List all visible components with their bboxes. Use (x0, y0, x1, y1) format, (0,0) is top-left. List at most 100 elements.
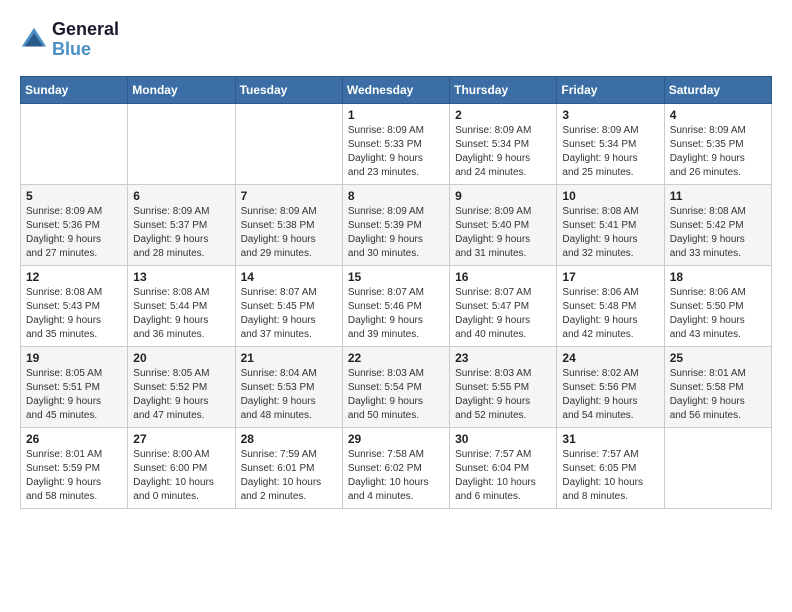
day-number: 16 (455, 270, 551, 284)
day-info: Sunrise: 8:00 AM Sunset: 6:00 PM Dayligh… (133, 448, 229, 504)
day-number: 26 (26, 432, 122, 446)
day-info: Sunrise: 8:06 AM Sunset: 5:50 PM Dayligh… (670, 286, 766, 342)
day-info: Sunrise: 8:08 AM Sunset: 5:41 PM Dayligh… (562, 205, 658, 261)
day-number: 8 (348, 189, 444, 203)
calendar-cell: 10 Sunrise: 8:08 AM Sunset: 5:41 PM Dayli… (557, 184, 664, 265)
calendar-cell: 15Sunrise: 8:07 AM Sunset: 5:46 PM Dayli… (342, 265, 449, 346)
calendar-cell (664, 427, 771, 508)
day-info: Sunrise: 8:02 AM Sunset: 5:56 PM Dayligh… (562, 367, 658, 423)
day-info: Sunrise: 8:07 AM Sunset: 5:45 PM Dayligh… (241, 286, 337, 342)
calendar-cell (235, 103, 342, 184)
day-info: Sunrise: 8:08 AM Sunset: 5:43 PM Dayligh… (26, 286, 122, 342)
calendar-cell: 5 Sunrise: 8:09 AM Sunset: 5:36 PM Daylig… (21, 184, 128, 265)
calendar-cell: 18 Sunrise: 8:06 AM Sunset: 5:50 PM Dayli… (664, 265, 771, 346)
day-number: 12 (26, 270, 122, 284)
header-sunday: Sunday (21, 76, 128, 103)
day-number: 22 (348, 351, 444, 365)
day-info: Sunrise: 8:08 AM Sunset: 5:44 PM Dayligh… (133, 286, 229, 342)
day-info: Sunrise: 8:09 AM Sunset: 5:39 PM Dayligh… (348, 205, 444, 261)
day-info: Sunrise: 8:09 AM Sunset: 5:35 PM Dayligh… (670, 124, 766, 180)
calendar-cell (128, 103, 235, 184)
day-number: 7 (241, 189, 337, 203)
calendar-week-1: 1 Sunrise: 8:09 AM Sunset: 5:33 PM Daylig… (21, 103, 772, 184)
day-number: 10 (562, 189, 658, 203)
day-info: Sunrise: 8:09 AM Sunset: 5:37 PM Dayligh… (133, 205, 229, 261)
day-info: Sunrise: 7:57 AM Sunset: 6:04 PM Dayligh… (455, 448, 551, 504)
day-number: 1 (348, 108, 444, 122)
page-header: General Blue (20, 20, 772, 60)
day-info: Sunrise: 8:09 AM Sunset: 5:36 PM Dayligh… (26, 205, 122, 261)
day-number: 17 (562, 270, 658, 284)
calendar-header-row: Sunday Monday Tuesday Wednesday Thursday… (21, 76, 772, 103)
day-number: 18 (670, 270, 766, 284)
day-info: Sunrise: 7:58 AM Sunset: 6:02 PM Dayligh… (348, 448, 444, 504)
day-number: 2 (455, 108, 551, 122)
day-number: 5 (26, 189, 122, 203)
day-info: Sunrise: 8:09 AM Sunset: 5:33 PM Dayligh… (348, 124, 444, 180)
day-info: Sunrise: 8:09 AM Sunset: 5:34 PM Dayligh… (455, 124, 551, 180)
day-number: 24 (562, 351, 658, 365)
day-number: 31 (562, 432, 658, 446)
calendar-cell: 31 Sunrise: 7:57 AM Sunset: 6:05 PM Dayli… (557, 427, 664, 508)
calendar-cell: 9Sunrise: 8:09 AM Sunset: 5:40 PM Daylig… (450, 184, 557, 265)
calendar-cell: 29 Sunrise: 7:58 AM Sunset: 6:02 PM Dayli… (342, 427, 449, 508)
day-number: 27 (133, 432, 229, 446)
calendar-cell: 21 Sunrise: 8:04 AM Sunset: 5:53 PM Dayli… (235, 346, 342, 427)
calendar-cell: 4Sunrise: 8:09 AM Sunset: 5:35 PM Daylig… (664, 103, 771, 184)
day-number: 23 (455, 351, 551, 365)
header-tuesday: Tuesday (235, 76, 342, 103)
day-number: 15 (348, 270, 444, 284)
day-info: Sunrise: 8:09 AM Sunset: 5:34 PM Dayligh… (562, 124, 658, 180)
header-thursday: Thursday (450, 76, 557, 103)
calendar-cell: 2 Sunrise: 8:09 AM Sunset: 5:34 PM Daylig… (450, 103, 557, 184)
header-friday: Friday (557, 76, 664, 103)
calendar-table: Sunday Monday Tuesday Wednesday Thursday… (20, 76, 772, 509)
calendar-cell: 20 Sunrise: 8:05 AM Sunset: 5:52 PM Dayli… (128, 346, 235, 427)
calendar-cell: 17 Sunrise: 8:06 AM Sunset: 5:48 PM Dayli… (557, 265, 664, 346)
calendar-cell: 7Sunrise: 8:09 AM Sunset: 5:38 PM Daylig… (235, 184, 342, 265)
day-number: 20 (133, 351, 229, 365)
day-info: Sunrise: 8:04 AM Sunset: 5:53 PM Dayligh… (241, 367, 337, 423)
day-info: Sunrise: 7:57 AM Sunset: 6:05 PM Dayligh… (562, 448, 658, 504)
day-info: Sunrise: 8:07 AM Sunset: 5:47 PM Dayligh… (455, 286, 551, 342)
calendar-cell: 8 Sunrise: 8:09 AM Sunset: 5:39 PM Daylig… (342, 184, 449, 265)
day-number: 21 (241, 351, 337, 365)
calendar-cell: 28Sunrise: 7:59 AM Sunset: 6:01 PM Dayli… (235, 427, 342, 508)
day-info: Sunrise: 8:08 AM Sunset: 5:42 PM Dayligh… (670, 205, 766, 261)
calendar-cell: 14 Sunrise: 8:07 AM Sunset: 5:45 PM Dayli… (235, 265, 342, 346)
calendar-cell: 24 Sunrise: 8:02 AM Sunset: 5:56 PM Dayli… (557, 346, 664, 427)
day-number: 13 (133, 270, 229, 284)
calendar-cell: 30 Sunrise: 7:57 AM Sunset: 6:04 PM Dayli… (450, 427, 557, 508)
calendar-week-5: 26Sunrise: 8:01 AM Sunset: 5:59 PM Dayli… (21, 427, 772, 508)
calendar-cell: 26Sunrise: 8:01 AM Sunset: 5:59 PM Dayli… (21, 427, 128, 508)
header-wednesday: Wednesday (342, 76, 449, 103)
calendar-cell: 12 Sunrise: 8:08 AM Sunset: 5:43 PM Dayli… (21, 265, 128, 346)
calendar-cell: 25Sunrise: 8:01 AM Sunset: 5:58 PM Dayli… (664, 346, 771, 427)
header-saturday: Saturday (664, 76, 771, 103)
day-info: Sunrise: 8:06 AM Sunset: 5:48 PM Dayligh… (562, 286, 658, 342)
day-info: Sunrise: 8:03 AM Sunset: 5:54 PM Dayligh… (348, 367, 444, 423)
calendar-cell: 19Sunrise: 8:05 AM Sunset: 5:51 PM Dayli… (21, 346, 128, 427)
day-number: 30 (455, 432, 551, 446)
calendar-cell: 13 Sunrise: 8:08 AM Sunset: 5:44 PM Dayli… (128, 265, 235, 346)
logo-icon (20, 26, 48, 54)
calendar-cell: 23 Sunrise: 8:03 AM Sunset: 5:55 PM Dayli… (450, 346, 557, 427)
logo: General Blue (20, 20, 119, 60)
day-number: 11 (670, 189, 766, 203)
day-number: 29 (348, 432, 444, 446)
calendar-week-4: 19Sunrise: 8:05 AM Sunset: 5:51 PM Dayli… (21, 346, 772, 427)
day-info: Sunrise: 8:03 AM Sunset: 5:55 PM Dayligh… (455, 367, 551, 423)
calendar-cell: 22 Sunrise: 8:03 AM Sunset: 5:54 PM Dayli… (342, 346, 449, 427)
calendar-cell: 3Sunrise: 8:09 AM Sunset: 5:34 PM Daylig… (557, 103, 664, 184)
day-info: Sunrise: 8:05 AM Sunset: 5:52 PM Dayligh… (133, 367, 229, 423)
day-number: 14 (241, 270, 337, 284)
logo-text: General Blue (52, 20, 119, 60)
calendar-cell: 16 Sunrise: 8:07 AM Sunset: 5:47 PM Dayli… (450, 265, 557, 346)
calendar-cell (21, 103, 128, 184)
header-monday: Monday (128, 76, 235, 103)
calendar-week-3: 12 Sunrise: 8:08 AM Sunset: 5:43 PM Dayli… (21, 265, 772, 346)
day-info: Sunrise: 8:09 AM Sunset: 5:40 PM Dayligh… (455, 205, 551, 261)
day-info: Sunrise: 8:05 AM Sunset: 5:51 PM Dayligh… (26, 367, 122, 423)
day-number: 6 (133, 189, 229, 203)
calendar-cell: 11 Sunrise: 8:08 AM Sunset: 5:42 PM Dayli… (664, 184, 771, 265)
